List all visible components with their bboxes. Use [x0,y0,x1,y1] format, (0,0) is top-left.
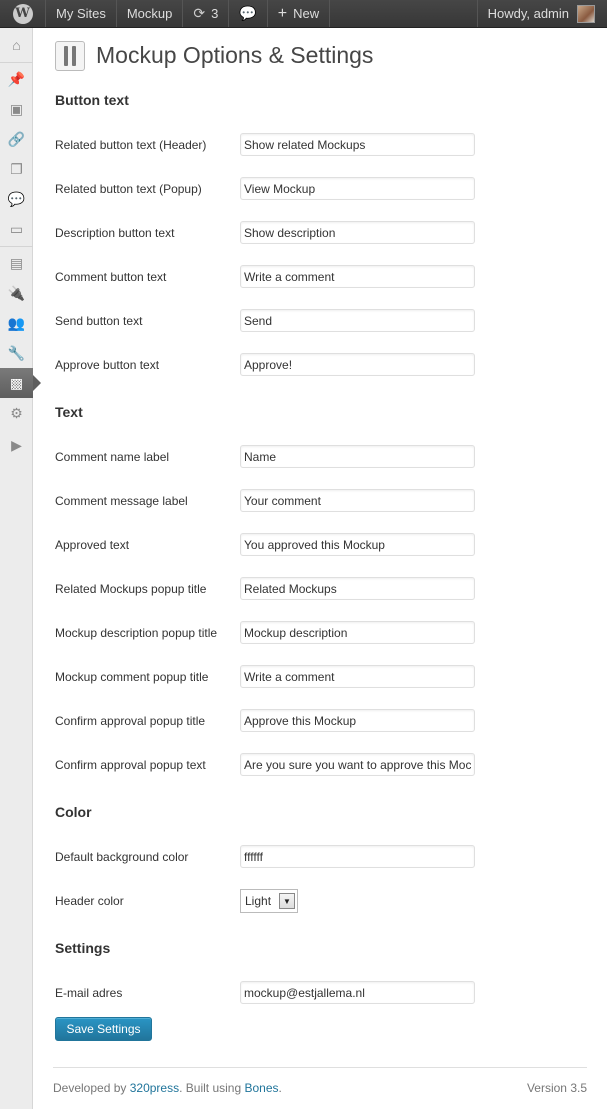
comment-bubble-icon: 💬 [239,5,257,21]
section-settings: Settings [55,940,111,956]
field-label: Approve button text [55,358,160,372]
tools-icon[interactable]: 🔧 [0,338,33,368]
approve-button-input[interactable] [240,353,475,376]
updates-count: 3 [211,6,219,21]
settings-page-icon [55,41,85,71]
pages-icon[interactable]: ❐ [0,154,33,184]
my-sites-label: My Sites [56,6,106,21]
media-icon[interactable]: ▣ [0,94,33,124]
comment-message-label-input[interactable] [240,489,475,512]
site-name-menu[interactable]: Mockup [117,0,184,27]
my-sites-menu[interactable]: My Sites [46,0,117,27]
press-link[interactable]: 320press [130,1081,179,1095]
new-label: New [293,6,320,21]
new-content-menu[interactable]: + New [268,0,331,27]
approved-text-input[interactable] [240,533,475,556]
field-label: Comment button text [55,270,167,284]
confirm-approval-text-input[interactable] [240,753,475,776]
mockup-settings-icon[interactable]: ▩ [0,368,41,398]
field-label: Related button text (Header) [55,138,207,152]
page-title: Mockup Options & Settings [96,42,374,68]
updates-icon: ⟳ [193,5,206,21]
footer-period: . [278,1081,282,1095]
background-color-input[interactable] [240,845,475,868]
comment-popup-title-input[interactable] [240,665,475,688]
field-label: Default background color [55,850,189,864]
chevron-down-icon: ▼ [279,893,295,909]
field-label: Comment name label [55,450,170,464]
field-label: Confirm approval popup text [55,758,206,772]
developed-by-text: Developed by [53,1081,127,1095]
field-label: Related button text (Popup) [55,182,202,196]
updates-menu[interactable]: ⟳ 3 [183,0,230,27]
comments-icon[interactable]: 💬 [0,184,33,214]
field-label: E-mail adres [55,986,123,1000]
footer-credits: Developed by 320press. Built using Bones… [53,1081,282,1095]
field-label: Send button text [55,314,143,328]
admin-bar-spacer [330,0,476,27]
bones-link[interactable]: Bones [245,1081,279,1095]
header-color-select[interactable]: Light ▼ [240,889,298,913]
collapse-menu-icon[interactable]: ▶ [0,430,33,460]
sidebar-separator [0,62,33,63]
dashboard-icon[interactable]: ⌂ [0,30,33,60]
comment-name-label-input[interactable] [240,445,475,468]
plus-icon: + [277,4,288,22]
field-label: Mockup description popup title [55,626,218,640]
site-name-label: Mockup [126,6,173,21]
section-text: Text [55,404,83,420]
mockups-icon[interactable]: ▭ [0,214,33,244]
footer-divider [53,1067,587,1068]
field-label: Mockup comment popup title [55,670,209,684]
field-label: Description button text [55,226,175,240]
version-text: Version 3.5 [526,1081,587,1095]
appearance-icon[interactable]: ▤ [0,248,33,278]
section-button-text: Button text [55,92,129,108]
send-button-input[interactable] [240,309,475,332]
posts-icon[interactable]: 📌 [0,64,33,94]
related-popup-title-input[interactable] [240,577,475,600]
field-label: Approved text [55,538,130,552]
header-color-value: Light [245,894,272,908]
account-menu[interactable]: Howdy, admin [476,0,607,27]
field-label: Header color [55,894,124,908]
description-popup-title-input[interactable] [240,621,475,644]
wordpress-menu[interactable]: W [0,0,46,27]
related-button-header-input[interactable] [240,133,475,156]
sidebar-separator [0,246,33,247]
admin-bar: W My Sites Mockup ⟳ 3 💬 + New Howdy, adm… [0,0,607,28]
built-using-text: . Built using [179,1081,242,1095]
field-label: Comment message label [55,494,188,508]
confirm-approval-title-input[interactable] [240,709,475,732]
plugins-icon[interactable]: 🔌 [0,278,33,308]
comment-button-input[interactable] [240,265,475,288]
save-settings-button[interactable]: Save Settings [55,1017,152,1041]
description-button-input[interactable] [240,221,475,244]
wordpress-logo-icon: W [12,3,33,24]
users-icon[interactable]: 👥 [0,308,33,338]
settings-icon[interactable]: ⚙ [0,398,33,428]
avatar [577,4,595,23]
links-icon[interactable]: 🔗 [0,124,33,154]
howdy-label: Howdy, admin [487,6,569,21]
admin-sidebar: ⌂ 📌 ▣ 🔗 ❐ 💬 ▭ ▤ 🔌 👥 🔧 ▩ ⚙ ▶ [0,28,41,1109]
email-field[interactable] [240,981,475,1004]
section-color: Color [55,804,92,820]
related-button-popup-input[interactable] [240,177,475,200]
comments-menu[interactable]: 💬 [229,0,268,27]
field-label: Confirm approval popup title [55,714,206,728]
field-label: Related Mockups popup title [55,582,207,596]
